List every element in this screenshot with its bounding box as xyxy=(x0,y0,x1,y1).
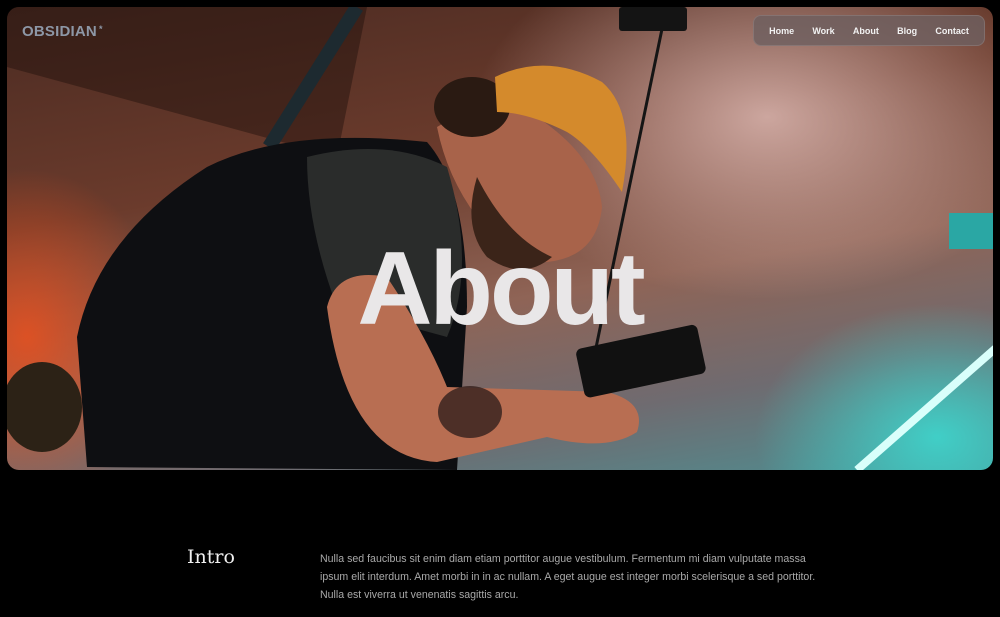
nav-item-contact[interactable]: Contact xyxy=(935,26,969,36)
nav-item-blog[interactable]: Blog xyxy=(897,26,917,36)
plant xyxy=(7,362,82,452)
nav-item-home[interactable]: Home xyxy=(769,26,794,36)
intro-section: Intro Nulla sed faucibus sit enim diam e… xyxy=(0,470,1000,617)
brand-mark: * xyxy=(98,24,103,34)
nav-item-about[interactable]: About xyxy=(853,26,879,36)
brand-name: OBSIDIAN xyxy=(22,23,97,40)
intro-heading: Intro xyxy=(187,546,235,568)
brand-logo[interactable]: OBSIDIAN * xyxy=(22,23,103,40)
hero-banner: OBSIDIAN * Home Work About Blog Contact … xyxy=(7,7,993,470)
nav-item-work[interactable]: Work xyxy=(812,26,834,36)
neon-tube xyxy=(854,345,993,470)
tattoo xyxy=(438,386,502,438)
ceiling-clamp xyxy=(619,7,687,31)
page-title: About xyxy=(357,230,645,347)
main-nav: Home Work About Blog Contact xyxy=(753,15,985,46)
intro-body: Nulla sed faucibus sit enim diam etiam p… xyxy=(320,553,816,601)
